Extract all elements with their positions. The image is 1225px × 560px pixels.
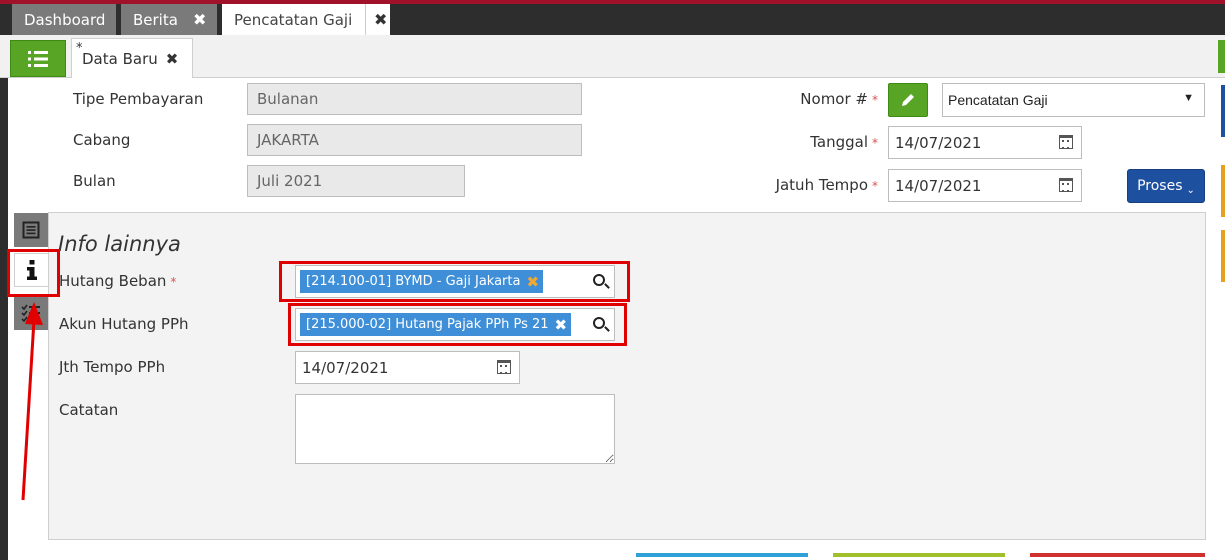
calendar-icon[interactable] — [1059, 178, 1073, 192]
left-sidebar-stripe — [0, 78, 8, 560]
bottom-button-edge[interactable] — [636, 553, 808, 557]
chevron-down-icon: ⌄ — [1186, 184, 1195, 196]
list-icon — [28, 50, 48, 67]
required-mark: * — [872, 136, 878, 150]
checklist-icon — [21, 304, 40, 322]
vtab-checklist[interactable] — [14, 296, 48, 330]
side-edge-orange — [1221, 230, 1225, 282]
required-mark: * — [872, 93, 878, 107]
close-icon[interactable]: ✖ — [166, 50, 179, 68]
jatuh-tempo-label-text: Jatuh Tempo — [775, 176, 868, 194]
jth-tempo-pph-input[interactable]: 14/07/2021 — [295, 351, 520, 384]
vtab-detail[interactable] — [14, 213, 48, 247]
tab-berita[interactable]: Berita ✖ — [121, 4, 217, 35]
jth-tempo-pph-label: Jth Tempo PPh — [59, 358, 166, 376]
pencil-icon — [902, 94, 914, 106]
tanggal-input[interactable]: 14/07/2021 — [888, 126, 1082, 159]
bottom-button-edge[interactable] — [833, 553, 1005, 557]
close-icon[interactable]: ✖ — [193, 10, 206, 29]
bulan-value: Juli 2021 — [257, 172, 323, 190]
panel-title: Info lainnya — [58, 232, 181, 256]
side-edge-orange — [1221, 165, 1225, 217]
tanggal-value: 14/07/2021 — [895, 133, 982, 152]
tab-data-baru[interactable]: * Data Baru ✖ — [71, 38, 193, 78]
tipe-pembayaran-field: Bulanan — [247, 83, 582, 115]
jatuh-tempo-value: 14/07/2021 — [895, 176, 982, 195]
tab-dashboard[interactable]: Dashboard — [12, 4, 116, 35]
catatan-label: Catatan — [59, 401, 119, 419]
tab-berita-label: Berita — [133, 10, 178, 29]
nomor-label: Nomor # * — [760, 90, 878, 108]
tipe-pembayaran-label: Tipe Pembayaran — [73, 90, 204, 108]
tab-pencatatan-gaji[interactable]: Pencatatan Gaji ✖ — [222, 4, 390, 35]
hutang-beban-label: Hutang Beban * — [59, 272, 176, 290]
cabang-label: Cabang — [73, 131, 131, 149]
tanggal-label-text: Tanggal — [810, 133, 868, 151]
chevron-down-icon: ▼ — [1183, 92, 1194, 104]
tab-data-baru-label: Data Baru — [82, 49, 158, 68]
document-list-icon — [22, 221, 40, 239]
cabang-field: JAKARTA — [247, 124, 582, 156]
side-edge-blue — [1221, 85, 1225, 137]
catatan-textarea[interactable] — [295, 394, 615, 464]
required-mark: * — [872, 179, 878, 193]
list-view-button[interactable] — [10, 40, 66, 77]
close-icon[interactable]: ✖ — [365, 4, 387, 35]
modified-indicator: * — [76, 41, 83, 56]
toolbar-button-edge[interactable] — [1218, 40, 1225, 73]
akun-hutang-pph-label: Akun Hutang PPh — [59, 315, 189, 333]
tipe-pembayaran-value: Bulanan — [257, 90, 319, 108]
edit-nomor-button[interactable] — [888, 83, 928, 117]
annotation-highlight-hutang-beban — [279, 261, 630, 302]
nomor-label-text: Nomor # — [800, 90, 868, 108]
cabang-value: JAKARTA — [257, 131, 319, 149]
calendar-icon[interactable] — [1059, 135, 1073, 149]
calendar-icon[interactable] — [497, 360, 511, 374]
annotation-highlight-akun-hutang-pph — [288, 303, 627, 346]
proses-button[interactable]: Proses ⌄ — [1127, 169, 1205, 203]
proses-button-label: Proses — [1137, 178, 1183, 194]
tanggal-label: Tanggal * — [760, 133, 878, 151]
annotation-highlight-info-tab — [7, 249, 60, 297]
bulan-field: Juli 2021 — [247, 165, 465, 197]
bulan-label: Bulan — [73, 172, 116, 190]
jth-tempo-pph-value: 14/07/2021 — [302, 358, 389, 377]
nomor-select-value: Pencatatan Gaji — [948, 92, 1048, 108]
tab-dashboard-label: Dashboard — [24, 10, 106, 29]
nomor-select[interactable]: Pencatatan Gaji ▼ — [942, 83, 1205, 117]
jatuh-tempo-label: Jatuh Tempo * — [760, 176, 878, 194]
hutang-beban-label-text: Hutang Beban — [59, 272, 167, 290]
bottom-button-edge[interactable] — [1030, 553, 1205, 557]
required-mark: * — [170, 275, 177, 289]
tab-pencatatan-gaji-label: Pencatatan Gaji — [234, 10, 353, 29]
jatuh-tempo-input[interactable]: 14/07/2021 — [888, 169, 1082, 202]
